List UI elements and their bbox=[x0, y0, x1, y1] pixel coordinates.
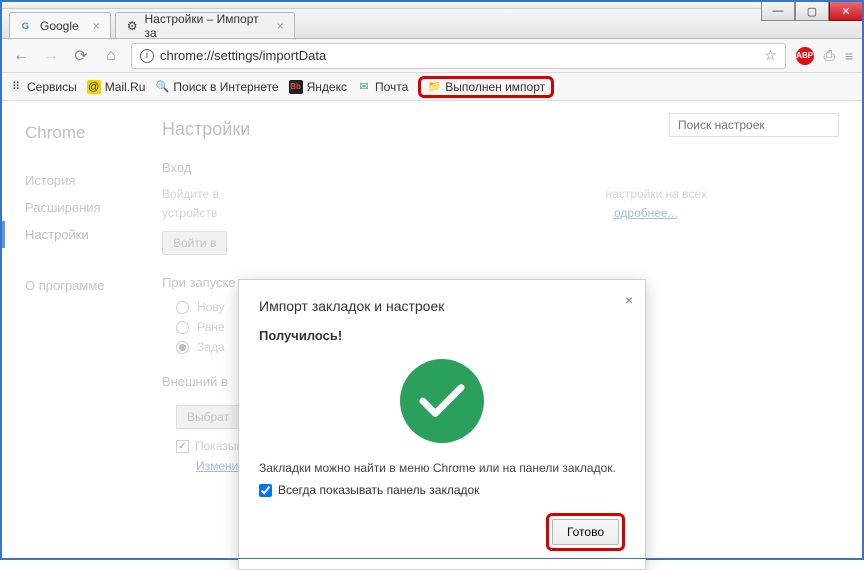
dialog-close-icon[interactable]: × bbox=[625, 292, 633, 308]
bookmarks-bar: ⠿ Сервисы @ Mail.Ru 🔍 Поиск в Интернете Bb Я… bbox=[1, 73, 863, 101]
bookmark-label: Mail.Ru bbox=[105, 80, 146, 94]
dialog-info-text: Закладки можно найти в меню Chrome или н… bbox=[259, 461, 625, 475]
omnibox[interactable]: i ☆ bbox=[131, 43, 786, 69]
bookmark-search[interactable]: 🔍 Поиск в Интернете bbox=[155, 80, 278, 94]
tab-strip: G Google × ⚙ Настройки – Импорт за × bbox=[1, 9, 863, 39]
bookmark-label: Яндекс bbox=[307, 80, 347, 94]
bookmark-label: Сервисы bbox=[27, 80, 77, 94]
cast-icon[interactable]: ⎙ bbox=[824, 47, 835, 64]
apps-shortcut[interactable]: ⠿ Сервисы bbox=[9, 80, 77, 94]
bookmark-label: Выполнен импорт bbox=[445, 80, 545, 94]
abp-extension-icon[interactable]: ABP bbox=[796, 47, 814, 65]
google-favicon: G bbox=[20, 19, 34, 33]
bookmark-yandex[interactable]: Bb Яндекс bbox=[289, 80, 347, 94]
yandex-icon: Bb bbox=[289, 80, 303, 94]
window-close-button[interactable]: ✕ bbox=[829, 1, 863, 21]
close-tab-icon[interactable]: × bbox=[277, 19, 284, 33]
bookmark-label: Почта bbox=[375, 80, 408, 94]
highlight-done-button: Готово bbox=[546, 513, 625, 551]
dialog-title: Импорт закладок и настроек bbox=[259, 298, 625, 314]
checkbox-label: Всегда показывать панель закладок bbox=[278, 483, 479, 497]
forward-button[interactable]: → bbox=[41, 46, 61, 66]
dialog-success-text: Получилось! bbox=[259, 328, 625, 343]
checkbox-input[interactable] bbox=[259, 484, 272, 497]
bookmark-mail[interactable]: ✉ Почта bbox=[357, 80, 408, 94]
site-info-icon[interactable]: i bbox=[140, 49, 154, 63]
reload-button[interactable]: ⟳ bbox=[71, 46, 91, 66]
done-button[interactable]: Готово bbox=[552, 519, 619, 545]
back-button[interactable]: ← bbox=[11, 46, 31, 66]
apps-icon: ⠿ bbox=[9, 80, 23, 94]
toolbar: ← → ⟳ ⌂ i ☆ ABP ⎙ ≡ bbox=[1, 39, 863, 73]
gear-icon: ⚙ bbox=[126, 19, 139, 33]
modal-overlay: × Импорт закладок и настроек Получилось!… bbox=[1, 101, 863, 561]
bookmark-label: Поиск в Интернете bbox=[173, 80, 278, 94]
url-input[interactable] bbox=[160, 48, 758, 63]
close-tab-icon[interactable]: × bbox=[93, 19, 100, 33]
bookmark-mailru[interactable]: @ Mail.Ru bbox=[87, 80, 146, 94]
import-complete-dialog: × Импорт закладок и настроек Получилось!… bbox=[238, 279, 646, 570]
always-show-bookmarks-checkbox[interactable]: Всегда показывать панель закладок bbox=[259, 483, 625, 497]
search-icon: 🔍 bbox=[155, 80, 169, 94]
tab-title: Настройки – Импорт за bbox=[144, 12, 262, 40]
highlight-imported-bookmark: 📁 Выполнен импорт bbox=[418, 76, 554, 98]
home-button[interactable]: ⌂ bbox=[101, 46, 121, 66]
tab-google[interactable]: G Google × bbox=[9, 12, 111, 38]
success-check-icon bbox=[400, 359, 484, 443]
folder-icon: 📁 bbox=[427, 80, 441, 94]
bookmark-star-icon[interactable]: ☆ bbox=[764, 47, 777, 64]
minimize-button[interactable]: — bbox=[761, 1, 795, 21]
svg-text:G: G bbox=[22, 20, 29, 30]
mail-icon: ✉ bbox=[357, 80, 371, 94]
bookmark-imported-folder[interactable]: 📁 Выполнен импорт bbox=[427, 80, 545, 94]
tab-settings[interactable]: ⚙ Настройки – Импорт за × bbox=[115, 12, 295, 38]
mailru-icon: @ bbox=[87, 80, 101, 94]
maximize-button[interactable]: ▢ bbox=[795, 1, 829, 21]
tab-title: Google bbox=[40, 19, 79, 33]
menu-icon[interactable]: ≡ bbox=[845, 48, 853, 64]
